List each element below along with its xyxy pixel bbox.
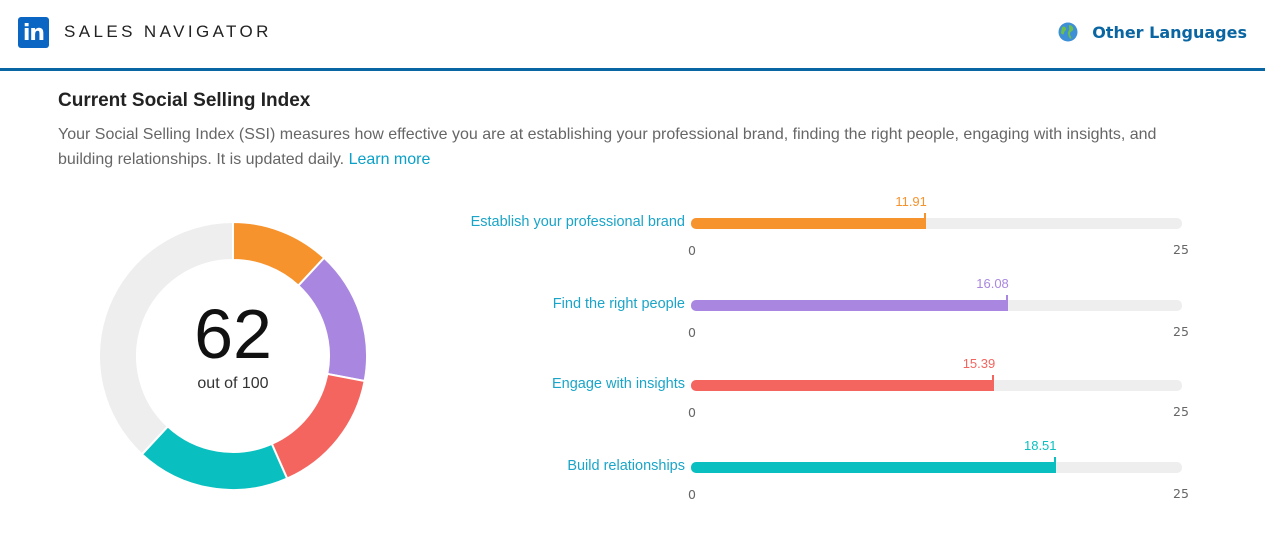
pillar-value: 11.91 bbox=[895, 194, 927, 209]
pillar-bar-track: 11.91 bbox=[691, 194, 1182, 229]
pillar-bar-marker bbox=[1053, 457, 1056, 473]
pillar-row-brand: Establish your professional brand 11.91 … bbox=[400, 194, 1220, 261]
globe-icon bbox=[1058, 22, 1078, 42]
pillar-bar-fill bbox=[691, 300, 1007, 311]
pillar-value: 15.39 bbox=[962, 356, 996, 371]
description-text: Your Social Selling Index (SSI) measures… bbox=[58, 126, 1157, 168]
axis-max-label: 25 bbox=[1173, 486, 1189, 501]
top-header: in SALES NAVIGATOR Other Languages bbox=[0, 0, 1265, 71]
axis-min-label: 0 bbox=[688, 325, 696, 340]
pillar-bar-fill bbox=[691, 218, 925, 229]
donut-segment-3 bbox=[140, 425, 289, 491]
other-languages-link[interactable]: Other Languages bbox=[1092, 23, 1247, 42]
pillar-bar-fill bbox=[691, 380, 994, 391]
pillar-bar-track: 18.51 bbox=[691, 438, 1182, 473]
axis-max-label: 25 bbox=[1173, 404, 1189, 419]
pillar-label: Find the right people bbox=[552, 296, 685, 312]
page-title: Current Social Selling Index bbox=[58, 90, 311, 111]
axis-min-label: 0 bbox=[688, 405, 696, 420]
pillar-value: 18.51 bbox=[1023, 438, 1057, 453]
axis-min-label: 0 bbox=[688, 487, 696, 502]
pillar-label: Establish your professional brand bbox=[470, 214, 685, 230]
axis-max-label: 25 bbox=[1173, 324, 1189, 339]
product-name: SALES NAVIGATOR bbox=[64, 22, 272, 41]
axis-max-label: 25 bbox=[1173, 242, 1189, 257]
axis-min-label: 0 bbox=[688, 243, 696, 258]
pillar-bar-fill bbox=[691, 462, 1055, 473]
pillar-value: 16.08 bbox=[976, 276, 1009, 291]
pillar-bar-track: 15.39 bbox=[691, 356, 1182, 391]
linkedin-logo-icon[interactable]: in bbox=[18, 17, 49, 48]
pillar-bar-marker bbox=[992, 375, 995, 391]
language-selector[interactable]: Other Languages bbox=[1058, 22, 1247, 42]
ssi-score: 62 bbox=[194, 295, 272, 373]
pillar-label: Build relationships bbox=[567, 458, 685, 474]
pillar-bar-track: 16.08 bbox=[691, 276, 1182, 311]
pillar-label: Engage with insights bbox=[552, 376, 685, 392]
ssi-description: Your Social Selling Index (SSI) measures… bbox=[58, 122, 1208, 172]
pillar-row-insights: Engage with insights 15.39 0 25 bbox=[400, 356, 1220, 423]
pillar-bar-marker bbox=[923, 213, 926, 229]
ssi-score-suffix: out of 100 bbox=[197, 375, 269, 392]
ssi-donut-chart: 62 out of 100 bbox=[96, 219, 370, 493]
pillar-bar-marker bbox=[1005, 295, 1008, 311]
learn-more-link[interactable]: Learn more bbox=[349, 151, 431, 168]
pillar-row-people: Find the right people 16.08 0 25 bbox=[400, 276, 1220, 343]
pillar-row-relationships: Build relationships 18.51 0 25 bbox=[400, 438, 1220, 505]
